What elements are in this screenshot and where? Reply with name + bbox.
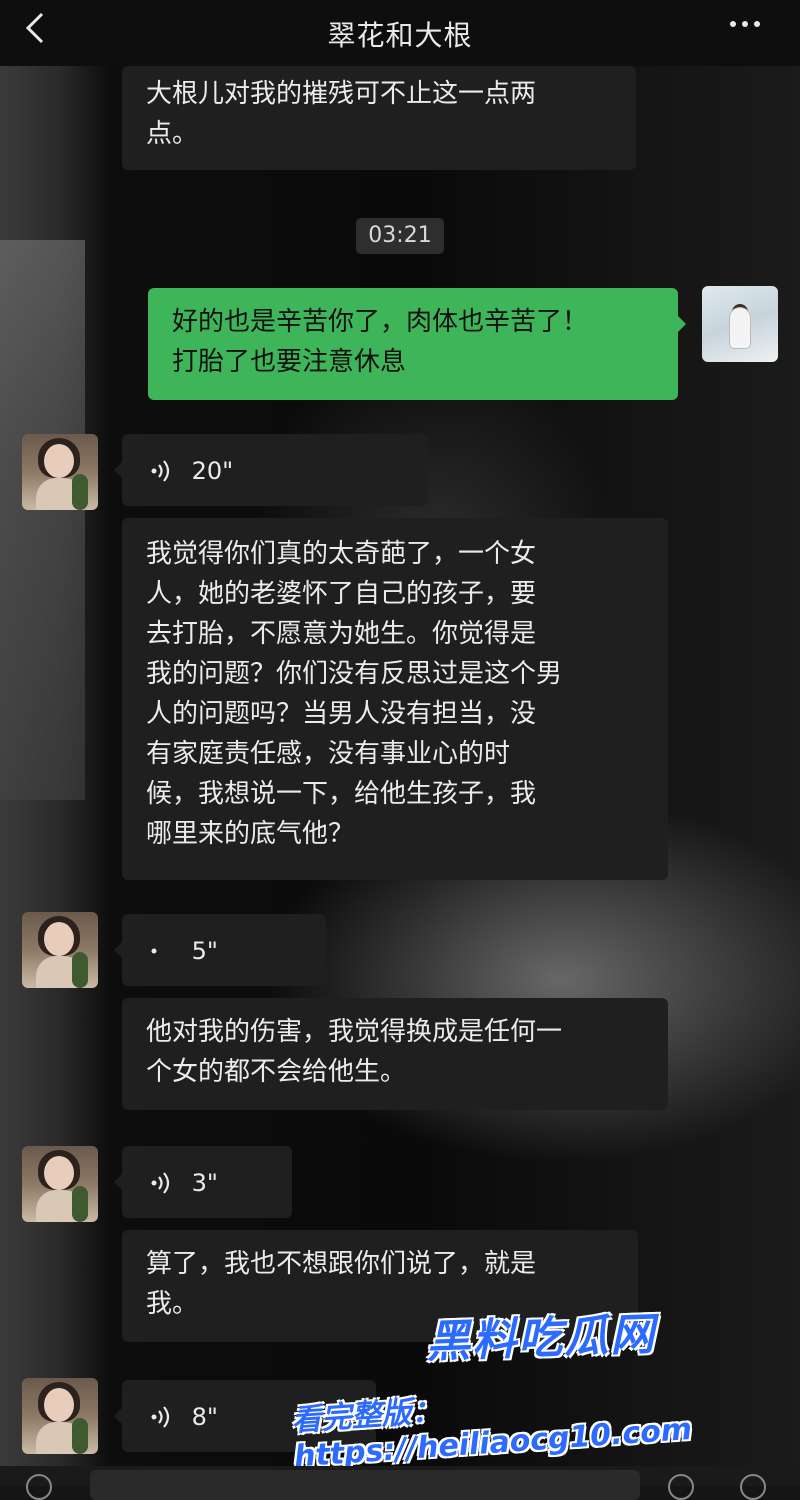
- emoji-icon[interactable]: [668, 1474, 694, 1500]
- timestamp: 03:21: [356, 218, 444, 254]
- more-dots-icon: [730, 21, 736, 27]
- more-button[interactable]: [730, 12, 770, 42]
- background-window: [0, 240, 85, 800]
- voice-wave-icon: [151, 948, 157, 954]
- message-bubble[interactable]: 大根儿对我的摧残可不止这一点两 点。: [122, 66, 636, 170]
- message-text: 大根儿对我的摧残可不止这一点两: [146, 79, 537, 109]
- chat-header: 翠花和大根: [0, 0, 800, 66]
- sent-message-bubble[interactable]: 好的也是辛苦你了，肉体也辛苦了！ 打胎了也要注意休息: [148, 288, 686, 400]
- message-text: 算了，我也不想跟你们说了，就是: [146, 1249, 537, 1279]
- message-text: 点。: [146, 119, 199, 149]
- contact-avatar[interactable]: [22, 912, 98, 988]
- voice-message[interactable]: 5": [114, 914, 326, 986]
- message-text: 个女的都不会给他生。: [146, 1057, 407, 1087]
- contact-avatar[interactable]: [22, 434, 98, 510]
- add-icon[interactable]: [740, 1474, 766, 1500]
- message-text: 去打胎，不愿意为她生。你觉得是: [146, 619, 537, 649]
- input-bar: [0, 1466, 800, 1500]
- message-text: 我觉得你们真的太奇葩了，一个女: [146, 539, 537, 569]
- voice-duration: 8": [191, 1403, 218, 1431]
- voice-duration: 5": [191, 937, 218, 965]
- voice-wave-icon: [151, 460, 170, 482]
- contact-avatar[interactable]: [22, 1146, 98, 1222]
- contact-avatar[interactable]: [22, 1378, 98, 1454]
- message-text: 人的问题吗？当男人没有担当，没: [146, 699, 537, 729]
- message-text: 有家庭责任感，没有事业心的时: [146, 739, 511, 769]
- message-text: 我的问题？你们没有反思过是这个男: [146, 659, 563, 689]
- message-text: 他对我的伤害，我觉得换成是任何一: [146, 1017, 563, 1047]
- voice-wave-icon: [151, 1406, 170, 1428]
- message-text: 打胎了也要注意休息: [172, 347, 407, 377]
- voice-message[interactable]: 20": [114, 434, 428, 506]
- message-text: 好的也是辛苦你了，肉体也辛苦了！: [172, 307, 589, 337]
- message-text: 候，我想说一下，给他生孩子，我: [146, 779, 537, 809]
- voice-duration: 3": [191, 1169, 218, 1197]
- voice-toggle-icon[interactable]: [26, 1474, 52, 1500]
- chat-title: 翠花和大根: [327, 19, 473, 52]
- my-avatar[interactable]: [702, 286, 778, 362]
- message-input[interactable]: [90, 1470, 640, 1500]
- message-text: 哪里来的底气他？: [146, 819, 355, 849]
- message-bubble[interactable]: 我觉得你们真的太奇葩了，一个女 人，她的老婆怀了自己的孩子，要 去打胎，不愿意为…: [122, 518, 668, 880]
- voice-message[interactable]: 3": [114, 1146, 292, 1218]
- message-bubble[interactable]: 他对我的伤害，我觉得换成是任何一 个女的都不会给他生。: [122, 998, 668, 1110]
- message-text: 人，她的老婆怀了自己的孩子，要: [146, 579, 537, 609]
- voice-duration: 20": [191, 457, 234, 485]
- watermark-brand: 黑料吃瓜网: [425, 1308, 657, 1368]
- voice-wave-icon: [151, 1172, 170, 1194]
